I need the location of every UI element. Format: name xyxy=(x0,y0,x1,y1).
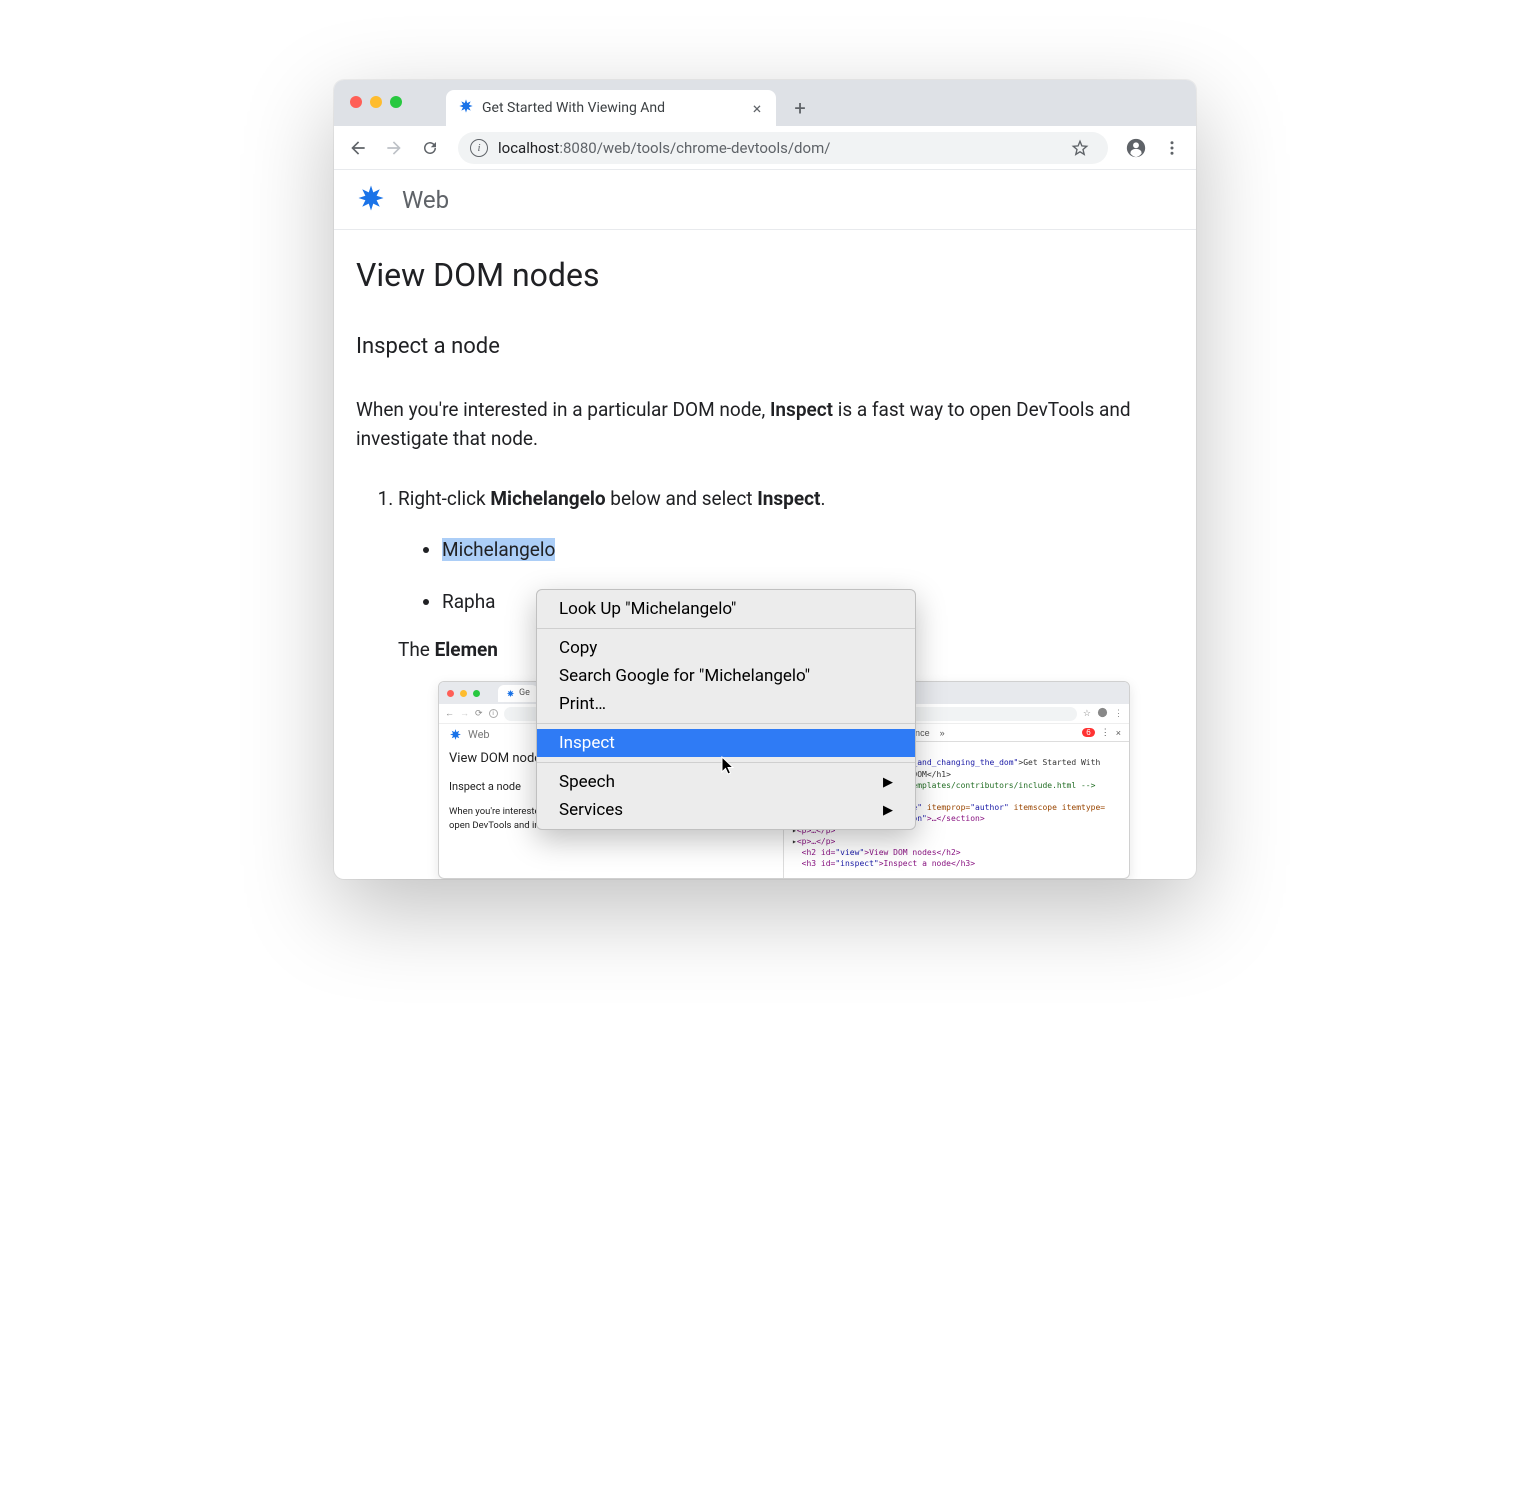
site-title[interactable]: Web xyxy=(402,186,449,214)
context-menu-copy[interactable]: Copy xyxy=(537,634,915,662)
selected-text: Michelangelo xyxy=(442,538,555,561)
nested-tab: Ge xyxy=(498,685,538,702)
forward-button[interactable] xyxy=(378,132,410,164)
context-menu-separator xyxy=(537,723,915,724)
nested-profile-icon xyxy=(1097,707,1108,721)
bookmark-star-button[interactable] xyxy=(1064,132,1096,164)
nested-star-icon: ☆ xyxy=(1083,709,1091,719)
profile-button[interactable] xyxy=(1120,132,1152,164)
nested-forward-icon: → xyxy=(460,708,469,719)
url-text: localhost:8080/web/tools/chrome-devtools… xyxy=(498,139,1054,157)
nested-minimize-icon xyxy=(460,690,467,697)
context-menu-search-google[interactable]: Search Google for "Michelangelo" xyxy=(537,662,915,690)
nested-back-icon: ← xyxy=(445,708,454,719)
browser-tab[interactable]: Get Started With Viewing And × xyxy=(446,90,776,126)
close-tab-button[interactable]: × xyxy=(750,101,764,115)
close-window-button[interactable] xyxy=(350,96,362,108)
nested-maximize-icon xyxy=(473,690,480,697)
new-tab-button[interactable]: + xyxy=(786,94,814,122)
nested-close-icon xyxy=(447,690,454,697)
browser-window: Get Started With Viewing And × + i local… xyxy=(334,80,1196,879)
context-menu-speech[interactable]: Speech ▶ xyxy=(537,768,915,796)
browser-toolbar: i localhost:8080/web/tools/chrome-devtoo… xyxy=(334,126,1196,170)
submenu-arrow-icon: ▶ xyxy=(883,775,893,790)
devtools-menu-icon: ⋮ xyxy=(1101,727,1110,738)
submenu-arrow-icon: ▶ xyxy=(883,803,893,818)
minimize-window-button[interactable] xyxy=(370,96,382,108)
nested-info-icon: i xyxy=(489,709,498,718)
context-menu: Look Up "Michelangelo" Copy Search Googl… xyxy=(536,589,916,830)
site-header: Web xyxy=(334,170,1196,230)
context-menu-services[interactable]: Services ▶ xyxy=(537,796,915,824)
address-bar[interactable]: i localhost:8080/web/tools/chrome-devtoo… xyxy=(458,132,1108,164)
context-menu-print[interactable]: Print… xyxy=(537,690,915,718)
nested-reload-icon: ⟳ xyxy=(475,709,483,719)
devtools-tab-more: » xyxy=(940,728,945,738)
context-menu-separator xyxy=(537,762,915,763)
maximize-window-button[interactable] xyxy=(390,96,402,108)
page-heading-2: Inspect a node xyxy=(356,334,1174,359)
asterisk-favicon-icon xyxy=(458,98,474,118)
window-controls xyxy=(350,96,402,108)
reload-button[interactable] xyxy=(414,132,446,164)
tab-title: Get Started With Viewing And xyxy=(482,100,742,116)
intro-paragraph: When you're interested in a particular D… xyxy=(356,395,1174,454)
devtools-close-icon: × xyxy=(1116,728,1121,738)
list-item-michelangelo[interactable]: Michelangelo xyxy=(442,535,1174,564)
page-heading-1: View DOM nodes xyxy=(356,256,1174,294)
context-menu-separator xyxy=(537,628,915,629)
site-logo-icon xyxy=(356,183,386,217)
tab-bar: Get Started With Viewing And × + xyxy=(334,80,1196,126)
context-menu-inspect[interactable]: Inspect xyxy=(537,729,915,757)
devtools-error-badge: 6 xyxy=(1082,728,1094,737)
chrome-menu-button[interactable] xyxy=(1156,132,1188,164)
back-button[interactable] xyxy=(342,132,374,164)
nested-menu-icon: ⋮ xyxy=(1114,709,1123,719)
site-info-icon[interactable]: i xyxy=(470,139,488,157)
context-menu-lookup[interactable]: Look Up "Michelangelo" xyxy=(537,595,915,623)
